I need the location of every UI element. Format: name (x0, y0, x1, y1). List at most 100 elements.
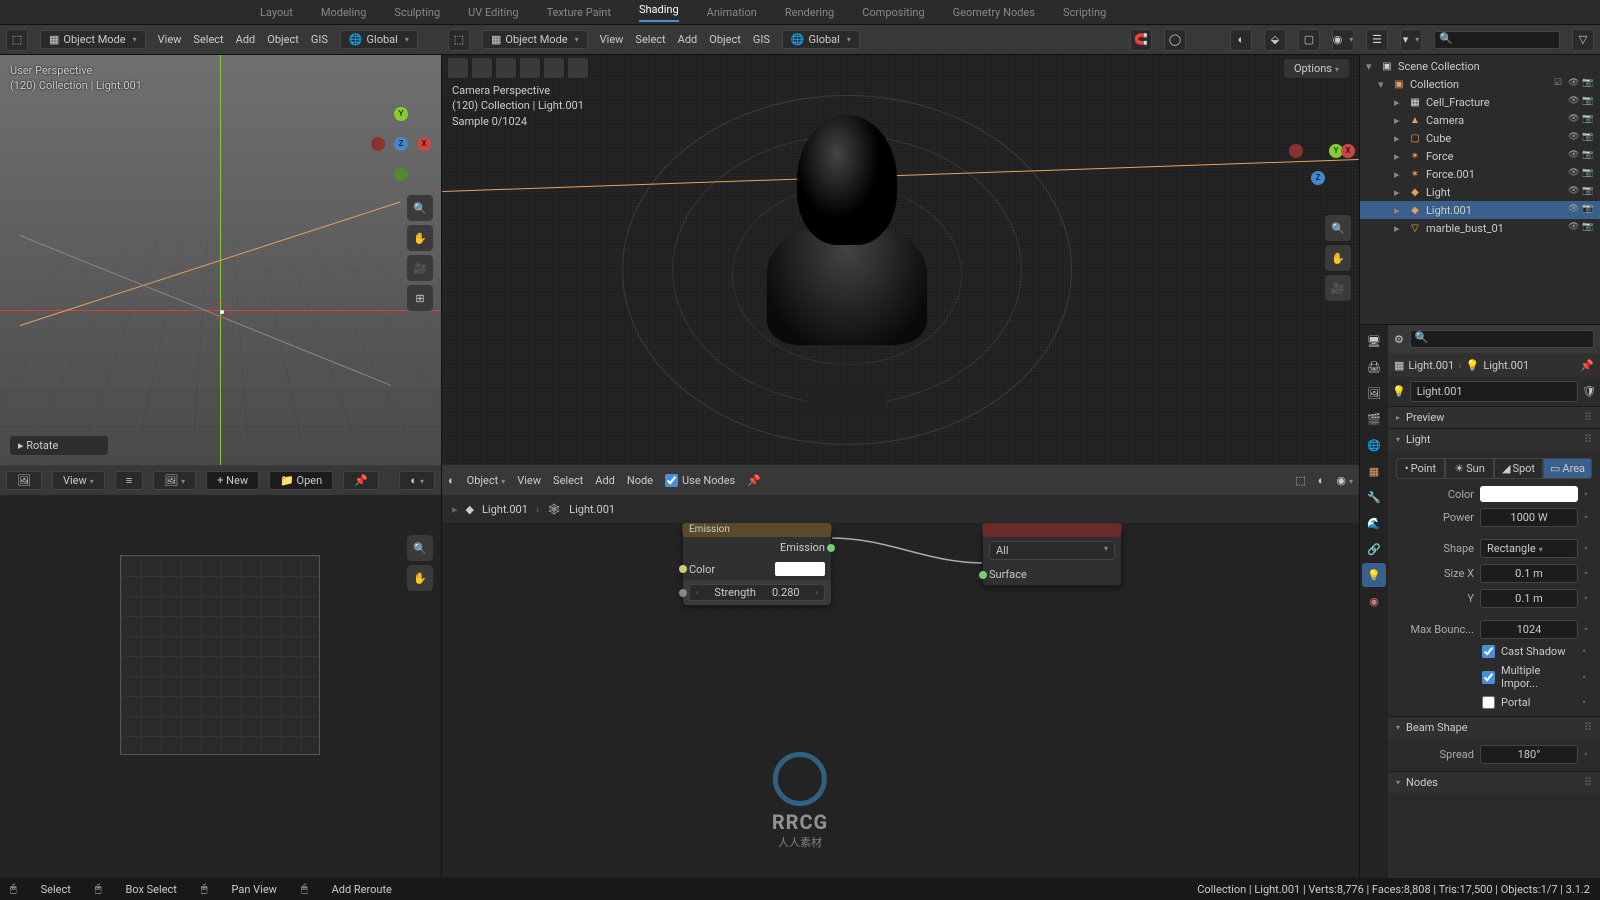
menu-add[interactable]: Add (678, 33, 698, 46)
render-icon[interactable]: 📷 (1582, 132, 1594, 144)
overlay-icon[interactable]: ◐ (1230, 29, 1252, 51)
outliner-item-cell-fracture[interactable]: ▸▦Cell_Fracture👁📷 (1360, 93, 1600, 111)
select-lasso-icon[interactable] (520, 58, 540, 78)
sizey-field[interactable]: 0.1 m (1480, 589, 1578, 608)
render-icon[interactable]: 📷 (1582, 96, 1594, 108)
zoom-icon[interactable]: 🔍 (1325, 215, 1351, 241)
mode-selector[interactable]: ▦Object Mode (40, 30, 146, 49)
render-icon[interactable]: 📷 (1582, 168, 1594, 180)
tab-output-icon[interactable]: 🖨 (1362, 355, 1386, 379)
filter-icon[interactable]: ▽ (1572, 29, 1594, 51)
menu-object[interactable]: Object (267, 33, 299, 46)
exclude-checkbox[interactable]: ☑ (1554, 78, 1566, 90)
socket-surface-in[interactable] (979, 571, 987, 579)
render-icon[interactable]: 📷 (1582, 78, 1594, 90)
gizmo-x-icon[interactable]: X (417, 137, 431, 151)
ws-uv[interactable]: UV Editing (468, 6, 518, 19)
tab-world-icon[interactable]: 🌐 (1362, 433, 1386, 457)
gizmo-z-icon[interactable]: Z (394, 137, 408, 151)
menu-select[interactable]: Select (635, 33, 665, 46)
eye-icon[interactable]: 👁 (1568, 222, 1580, 234)
snap-icon[interactable]: 🧲 (1130, 29, 1152, 51)
menu-view[interactable]: View (600, 33, 624, 46)
menu-view[interactable]: View (158, 33, 182, 46)
orientation-selector[interactable]: 🌐Global (782, 30, 860, 49)
tab-constraints-icon[interactable]: 🔗 (1362, 537, 1386, 561)
snap-icon[interactable]: ⬚ (1295, 474, 1305, 487)
type-sun-button[interactable]: ☀Sun (1445, 458, 1494, 479)
eye-icon[interactable]: 👁 (1568, 186, 1580, 198)
outliner-collection[interactable]: ▾▣Collection☑👁📷 (1360, 75, 1600, 93)
menu-view[interactable]: View (517, 474, 541, 487)
editor-type-icon[interactable]: 🖼 (6, 471, 42, 490)
menu-object[interactable]: Object (709, 33, 741, 46)
gizmo-neg-x-icon[interactable] (1289, 144, 1303, 158)
tab-modifiers-icon[interactable]: 🔧 (1362, 485, 1386, 509)
section-nodes-header[interactable]: ▾Nodes⠿ (1388, 772, 1600, 793)
ws-layout[interactable]: Layout (260, 6, 293, 19)
menu-node[interactable]: Node (627, 474, 653, 487)
outliner-item-cube[interactable]: ▸▢Cube👁📷 (1360, 129, 1600, 147)
gizmo-toggle-icon[interactable]: ⬙ (1264, 29, 1286, 51)
tweak-icon[interactable] (544, 58, 564, 78)
tab-render-icon[interactable]: 🖥 (1362, 329, 1386, 353)
display-mode-icon[interactable]: ▾ (1400, 29, 1422, 51)
drag-icon[interactable]: ⠿ (1584, 411, 1592, 424)
portal-checkbox[interactable] (1482, 696, 1495, 709)
shading-icon[interactable]: ◉ (1336, 474, 1353, 487)
viewport-3d-camera[interactable]: Camera Perspective (120) Collection | Li… (442, 55, 1359, 465)
outliner-item-light-001[interactable]: ▸◆Light.001👁📷 (1360, 201, 1600, 219)
editor-type-icon[interactable]: ◐ (448, 474, 455, 487)
section-preview-header[interactable]: ▸Preview⠿ (1388, 407, 1600, 428)
properties-search[interactable]: 🔍 (1410, 330, 1594, 348)
outliner-scene-collection[interactable]: ▾▣Scene Collection (1360, 57, 1600, 75)
eye-icon[interactable]: 👁 (1568, 114, 1580, 126)
cast-shadow-checkbox[interactable] (1482, 645, 1495, 658)
outliner-item-marble-bust-01[interactable]: ▸▽marble_bust_01👁📷 (1360, 219, 1600, 237)
drag-icon[interactable]: ⠿ (1584, 721, 1592, 734)
menu-add[interactable]: Add (236, 33, 256, 46)
overlay-icon[interactable]: ◐ (1318, 474, 1325, 487)
zoom-icon[interactable]: 🔍 (407, 535, 433, 561)
render-icon[interactable]: 📷 (1582, 204, 1594, 216)
increment-icon[interactable]: › (816, 588, 818, 597)
outliner-item-camera[interactable]: ▸▲Camera👁📷 (1360, 111, 1600, 129)
light-output-node[interactable]: All Surface (982, 523, 1122, 586)
sizex-field[interactable]: 0.1 m (1480, 564, 1578, 583)
render-icon[interactable]: 📷 (1582, 150, 1594, 162)
select-box-icon[interactable] (472, 58, 492, 78)
render-icon[interactable]: 📷 (1582, 222, 1594, 234)
light-name-field[interactable]: Light.001 (1410, 381, 1578, 402)
gizmo-y-icon[interactable]: Y (394, 107, 408, 121)
eye-icon[interactable]: 👁 (1568, 132, 1580, 144)
image-view-menu[interactable]: View (52, 471, 105, 490)
camera-view-icon[interactable]: 🎥 (1325, 275, 1351, 301)
menu-gis[interactable]: GIS (311, 33, 328, 46)
xray-icon[interactable]: ▢ (1298, 29, 1320, 51)
tab-viewlayer-icon[interactable]: 🖼 (1362, 381, 1386, 405)
tab-material-icon[interactable]: ◉ (1362, 589, 1386, 613)
decrement-icon[interactable]: ‹ (696, 588, 698, 597)
menu-select[interactable]: Select (553, 474, 583, 487)
outliner-item-force-001[interactable]: ▸✶Force.001👁📷 (1360, 165, 1600, 183)
menu-add[interactable]: Add (595, 474, 615, 487)
image-selector[interactable]: 🖼 (153, 471, 196, 490)
mis-checkbox[interactable] (1482, 671, 1495, 684)
viewport-options-button[interactable]: Options (1284, 59, 1349, 78)
drag-icon[interactable]: ⠿ (1584, 433, 1592, 446)
orientation-selector[interactable]: 🌐Global (340, 30, 418, 49)
tab-data-light-icon[interactable]: 💡 (1362, 563, 1386, 587)
nav-gizmo[interactable]: Y X Z (1289, 131, 1349, 191)
pin-icon[interactable]: 📌 (343, 471, 379, 490)
ws-shading[interactable]: Shading (639, 3, 679, 22)
open-image-button[interactable]: 📁 Open (269, 471, 333, 490)
type-point-button[interactable]: •Point (1396, 458, 1445, 479)
emission-node[interactable]: Emission Emission Color ‹ St (682, 523, 832, 606)
color-swatch[interactable] (775, 562, 825, 576)
eye-icon[interactable]: 👁 (1568, 78, 1580, 90)
menu-select[interactable]: Select (193, 33, 223, 46)
tab-scene-icon[interactable]: 🎬 (1362, 407, 1386, 431)
mode-selector[interactable]: ▦Object Mode (482, 30, 588, 49)
ws-sculpting[interactable]: Sculpting (394, 6, 440, 19)
eye-icon[interactable]: 👁 (1568, 96, 1580, 108)
